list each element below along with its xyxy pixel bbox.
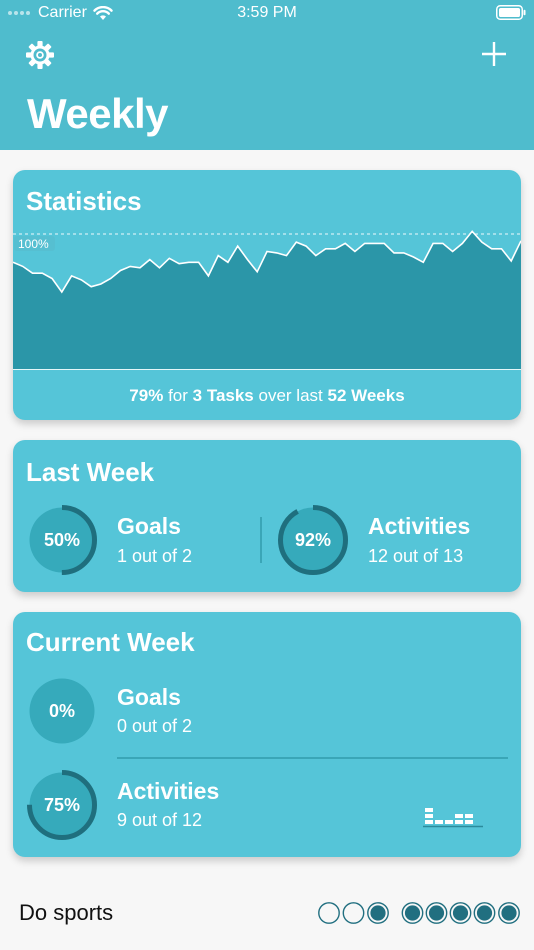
- gear-icon[interactable]: [25, 40, 55, 70]
- current-week-goals-title: Goals: [117, 684, 181, 710]
- summary-for: for: [168, 386, 188, 405]
- activity-block: [435, 820, 443, 824]
- summary-tasks: 3 Tasks: [192, 386, 254, 405]
- summary-percent: 79%: [129, 386, 164, 405]
- last-week-activities-percent: 92%: [294, 530, 332, 550]
- app-header: Carrier 3:59 PM Weekly: [0, 0, 534, 150]
- reference-label: 100%: [18, 237, 49, 251]
- task-name: Do sports: [19, 900, 114, 925]
- last-week-activities-sub: 12 out of 13: [368, 546, 464, 566]
- current-week-activities-sub: 9 out of 12: [117, 810, 203, 830]
- status-bar: Carrier 3:59 PM: [0, 0, 534, 26]
- dot-filled: [498, 902, 520, 924]
- battery-icon: [496, 5, 526, 20]
- last-week-activities-title: Activities: [368, 513, 471, 539]
- current-week-card[interactable]: Current Week 0% Goals 0 out of 2 75% Act…: [13, 612, 521, 857]
- plus-icon[interactable]: [480, 40, 508, 68]
- last-week-goals-ring: 50%: [26, 504, 98, 576]
- current-week-goals-sub: 0 out of 2: [117, 716, 193, 736]
- dot-filled: [473, 902, 496, 924]
- last-week-title: Last Week: [26, 457, 155, 487]
- activity-block: [445, 820, 453, 824]
- dot-filled: [425, 902, 448, 924]
- task-progress-dots: [318, 902, 520, 924]
- last-week-goals-title: Goals: [117, 513, 181, 539]
- activity-block: [425, 814, 433, 818]
- activity-block: [455, 814, 463, 818]
- status-time: 3:59 PM: [237, 4, 297, 21]
- current-week-activities-percent: 75%: [43, 795, 81, 815]
- activity-block: [465, 814, 473, 818]
- dot-filled: [367, 902, 389, 924]
- activity-block: [425, 820, 433, 824]
- current-week-title: Current Week: [26, 627, 195, 657]
- activity-block: [425, 808, 433, 812]
- metric-divider: [117, 757, 508, 759]
- week-activity-chart: [423, 808, 483, 828]
- statistics-card[interactable]: 100% Statistics 79% for 3 Tasks over las…: [13, 170, 521, 420]
- current-week-goals-percent: 0%: [48, 701, 75, 721]
- metric-divider: [260, 517, 262, 563]
- summary-weeks: 52 Weeks: [327, 386, 405, 405]
- page-title: Weekly: [27, 90, 169, 137]
- activity-block: [465, 820, 473, 824]
- dot-empty: [342, 902, 365, 924]
- dot-filled: [401, 902, 424, 924]
- dot-empty: [318, 902, 340, 924]
- last-week-goals-percent: 50%: [43, 530, 81, 550]
- statistics-summary: 79% for 3 Tasks over last 52 Weeks: [13, 369, 521, 420]
- last-week-goals-sub: 1 out of 2: [117, 546, 193, 566]
- current-week-goals-ring: 0%: [26, 675, 98, 747]
- current-week-activities-ring: 75%: [26, 769, 98, 841]
- statistics-title: Statistics: [26, 186, 142, 216]
- current-week-activities-title: Activities: [117, 778, 220, 804]
- dot-filled: [449, 902, 472, 924]
- last-week-card[interactable]: Last Week 50% Goals 1 out of 2 92% Activ…: [13, 440, 521, 592]
- summary-over: over last: [258, 386, 323, 405]
- last-week-activities-ring: 92%: [277, 504, 349, 576]
- activity-block: [455, 820, 463, 824]
